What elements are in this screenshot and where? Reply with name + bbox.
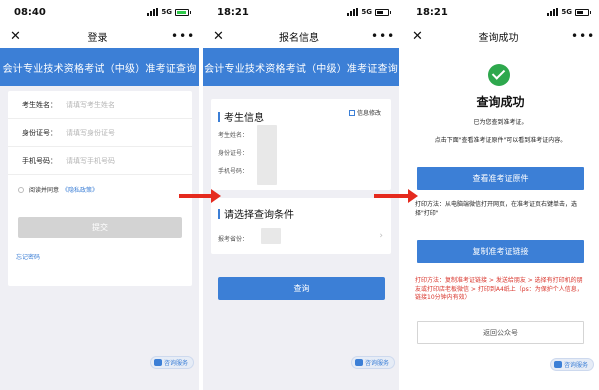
phone-success-screen: 18:21 5G ✕ 查询成功 ••• 查询成功 已为您查到准考证。 点击下面"… — [402, 0, 599, 390]
nav-bar: ✕ 报名信息 ••• — [203, 24, 399, 48]
id-label: 身份证号： — [22, 128, 57, 137]
network-label: 5G — [361, 8, 372, 16]
nav-bar: ✕ 查询成功 ••• — [402, 24, 599, 48]
page-banner: 会计专业技术资格考试（中级）准考证查询 — [0, 48, 199, 86]
forgot-password-link[interactable]: 忘记密码 — [16, 252, 40, 261]
consult-service-button[interactable]: 咨询服务 — [351, 356, 396, 369]
status-bar: 18:21 5G — [203, 0, 399, 24]
agree-text: 阅读并同意 — [29, 187, 60, 194]
status-time: 18:21 — [217, 6, 249, 18]
more-icon[interactable]: ••• — [171, 29, 194, 43]
status-bar: 08:40 5G — [0, 0, 199, 24]
nav-title: 报名信息 — [279, 32, 319, 44]
blurred-personal-info — [257, 125, 277, 185]
consult-label: 咨询服务 — [164, 360, 189, 367]
instruction-message: 点击下面"查看准考证原件"可以看到准考证内容。 — [434, 137, 567, 144]
status-time: 08:40 — [14, 6, 46, 18]
agree-radio[interactable] — [18, 186, 24, 193]
phone-login-screen: 08:40 5G ✕ 登录 ••• 会计专业技术资格考试（中级）准考证查询 考生… — [0, 0, 199, 390]
mobile-print-note: 打印方法：复制准考证链接 > 发送给朋友 > 选择有打印机的朋友或打印店老板微信… — [415, 277, 583, 301]
chat-icon — [355, 359, 363, 366]
check-circle-icon — [488, 64, 510, 86]
agreement-row: 阅读并同意 《隐私政策》 — [8, 175, 192, 194]
form-row-name: 考生姓名： — [8, 91, 192, 119]
id-number-input[interactable] — [66, 128, 176, 137]
name-label: 考生姓名： — [22, 100, 57, 109]
phone-registration-screen: 18:21 5G ✕ 报名信息 ••• 会计专业技术资格考试（中级）准考证查询 … — [203, 0, 399, 390]
info-phone-label: 手机号码： — [218, 168, 249, 175]
signal-icon — [347, 8, 359, 16]
close-icon[interactable]: ✕ — [412, 29, 426, 44]
close-icon[interactable]: ✕ — [10, 29, 24, 44]
query-button[interactable]: 查询 — [218, 277, 385, 300]
info-id-label: 身份证号： — [218, 150, 249, 157]
province-select[interactable] — [261, 228, 281, 244]
nav-bar: ✕ 登录 ••• — [0, 24, 199, 48]
phone-input[interactable] — [66, 156, 176, 165]
chat-icon — [154, 359, 162, 366]
nav-title: 登录 — [87, 32, 108, 44]
phone-label: 手机号码： — [22, 156, 57, 165]
chevron-right-icon: › — [379, 231, 383, 241]
privacy-policy-link[interactable]: 《隐私政策》 — [62, 185, 98, 194]
signal-icon — [147, 8, 159, 16]
battery-icon — [175, 8, 191, 16]
consult-service-button[interactable]: 咨询服务 — [150, 356, 195, 369]
found-message: 已为您查到准考证。 — [473, 119, 528, 126]
battery-icon — [575, 8, 591, 16]
consult-service-button[interactable]: 咨询服务 — [550, 358, 595, 371]
view-admission-ticket-button[interactable]: 查看准考证原件 — [417, 167, 584, 190]
more-icon[interactable]: ••• — [571, 29, 594, 43]
chat-icon — [554, 361, 562, 368]
submit-button[interactable]: 提交 — [18, 217, 182, 238]
network-label: 5G — [561, 8, 572, 16]
info-name-label: 考生姓名： — [218, 132, 249, 139]
section-title-query: 请选择查询条件 — [218, 206, 294, 221]
back-to-official-account-button[interactable]: 返回公众号 — [417, 321, 584, 344]
arrow-right-icon — [374, 189, 418, 203]
candidate-info-card: 考生信息 信息修改 考生姓名： 身份证号： 手机号码： — [211, 99, 391, 190]
consult-label: 咨询服务 — [365, 360, 390, 367]
consult-label: 咨询服务 — [564, 362, 589, 369]
login-form: 考生姓名： 身份证号： 手机号码： 阅读并同意 《隐私政策》 提交 忘记密码 — [8, 91, 192, 286]
battery-icon — [375, 8, 391, 16]
copy-ticket-link-button[interactable]: 复制准考证链接 — [417, 240, 584, 263]
edit-icon — [348, 109, 355, 116]
pc-print-note: 打印方法：从电脑端微信打开网页，在准考证页右键单击，选择"打印" — [415, 201, 578, 217]
success-title: 查询成功 — [476, 95, 525, 109]
name-input[interactable] — [66, 100, 176, 109]
close-icon[interactable]: ✕ — [213, 29, 227, 44]
signal-icon — [547, 8, 559, 16]
nav-title: 查询成功 — [478, 32, 519, 44]
query-condition-card: 请选择查询条件 报考省份： › — [211, 198, 391, 254]
status-time: 18:21 — [416, 6, 448, 18]
form-row-id: 身份证号： — [8, 119, 192, 147]
section-title-candidate: 考生信息 — [218, 109, 264, 124]
more-icon[interactable]: ••• — [371, 29, 394, 43]
arrow-right-icon — [179, 189, 221, 203]
page-banner: 会计专业技术资格考试（中级）准考证查询 — [203, 48, 399, 86]
network-label: 5G — [161, 8, 172, 16]
status-bar: 18:21 5G — [402, 0, 599, 24]
form-row-phone: 手机号码： — [8, 147, 192, 175]
tutorial-composite: 08:40 5G ✕ 登录 ••• 会计专业技术资格考试（中级）准考证查询 考生… — [0, 0, 599, 390]
edit-info-button[interactable]: 信息修改 — [348, 108, 381, 117]
province-label: 报考省份： — [218, 236, 249, 243]
